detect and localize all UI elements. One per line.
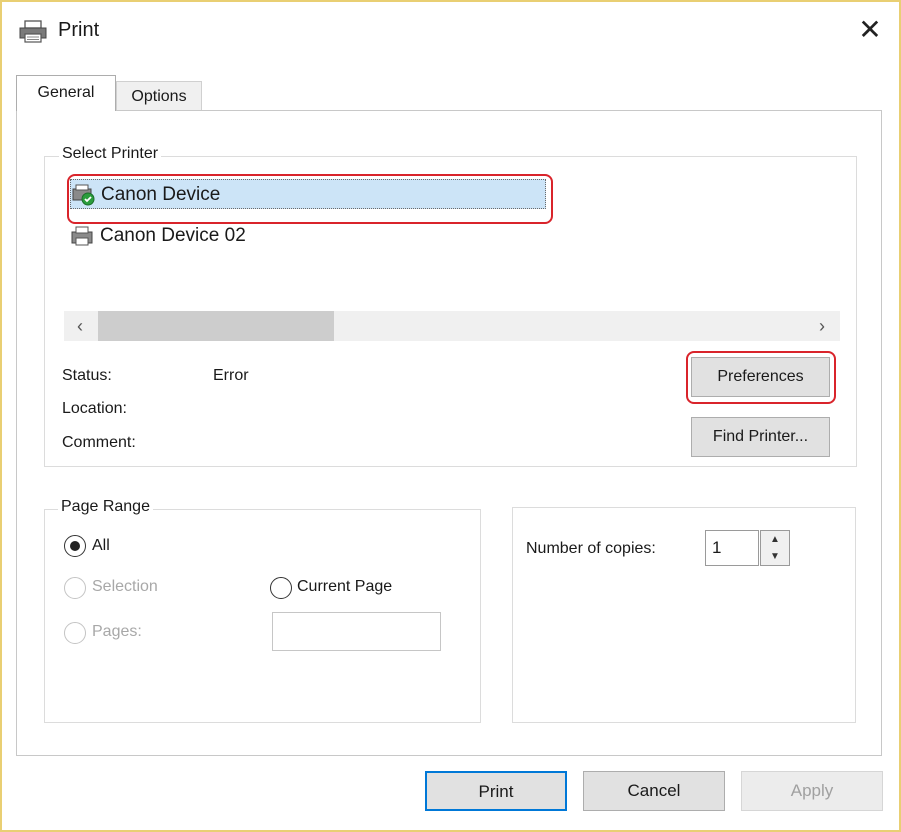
- printer-list-scrollbar[interactable]: ‹ ›: [64, 311, 840, 341]
- spin-up-icon[interactable]: ▲: [761, 531, 789, 548]
- select-printer-legend: Select Printer: [59, 145, 162, 163]
- pages-input[interactable]: [272, 612, 441, 651]
- radio-all[interactable]: [64, 535, 86, 557]
- printer-name: Canon Device 02: [100, 225, 246, 246]
- status-label: Status:: [62, 367, 112, 384]
- print-button[interactable]: Print: [425, 771, 567, 811]
- printer-icon: [18, 20, 48, 44]
- printer-icon: [70, 225, 96, 247]
- tab-general[interactable]: General: [16, 75, 116, 111]
- radio-all-label: All: [92, 537, 110, 554]
- scroll-thumb[interactable]: [98, 311, 334, 341]
- copies-input[interactable]: 1: [705, 530, 759, 566]
- location-label: Location:: [62, 400, 127, 417]
- page-range-legend: Page Range: [58, 498, 153, 516]
- radio-current-page[interactable]: [270, 577, 292, 599]
- radio-pages[interactable]: [64, 622, 86, 644]
- spin-down-icon[interactable]: ▼: [761, 548, 789, 565]
- radio-current-page-label: Current Page: [297, 578, 393, 595]
- highlight-ring-printer: [67, 174, 553, 224]
- scroll-right-icon[interactable]: ›: [808, 311, 836, 341]
- tab-options[interactable]: Options: [116, 81, 202, 111]
- find-printer-button[interactable]: Find Printer...: [691, 417, 830, 457]
- radio-selection[interactable]: [64, 577, 86, 599]
- radio-pages-label: Pages:: [92, 623, 142, 640]
- window-title: Print: [58, 19, 100, 41]
- highlight-ring-preferences: [686, 351, 836, 404]
- printer-item-canon-device-02[interactable]: Canon Device 02: [70, 221, 370, 251]
- radio-selection-label: Selection: [92, 578, 158, 595]
- copies-stepper[interactable]: ▲ ▼: [760, 530, 790, 566]
- apply-button[interactable]: Apply: [741, 771, 883, 811]
- radio-dot: [70, 541, 80, 551]
- cancel-button[interactable]: Cancel: [583, 771, 725, 811]
- status-value: Error: [213, 367, 249, 384]
- scroll-left-icon[interactable]: ‹: [66, 311, 94, 341]
- copies-label: Number of copies:: [526, 540, 656, 557]
- close-icon[interactable]: ✕: [852, 12, 888, 48]
- comment-label: Comment:: [62, 434, 136, 451]
